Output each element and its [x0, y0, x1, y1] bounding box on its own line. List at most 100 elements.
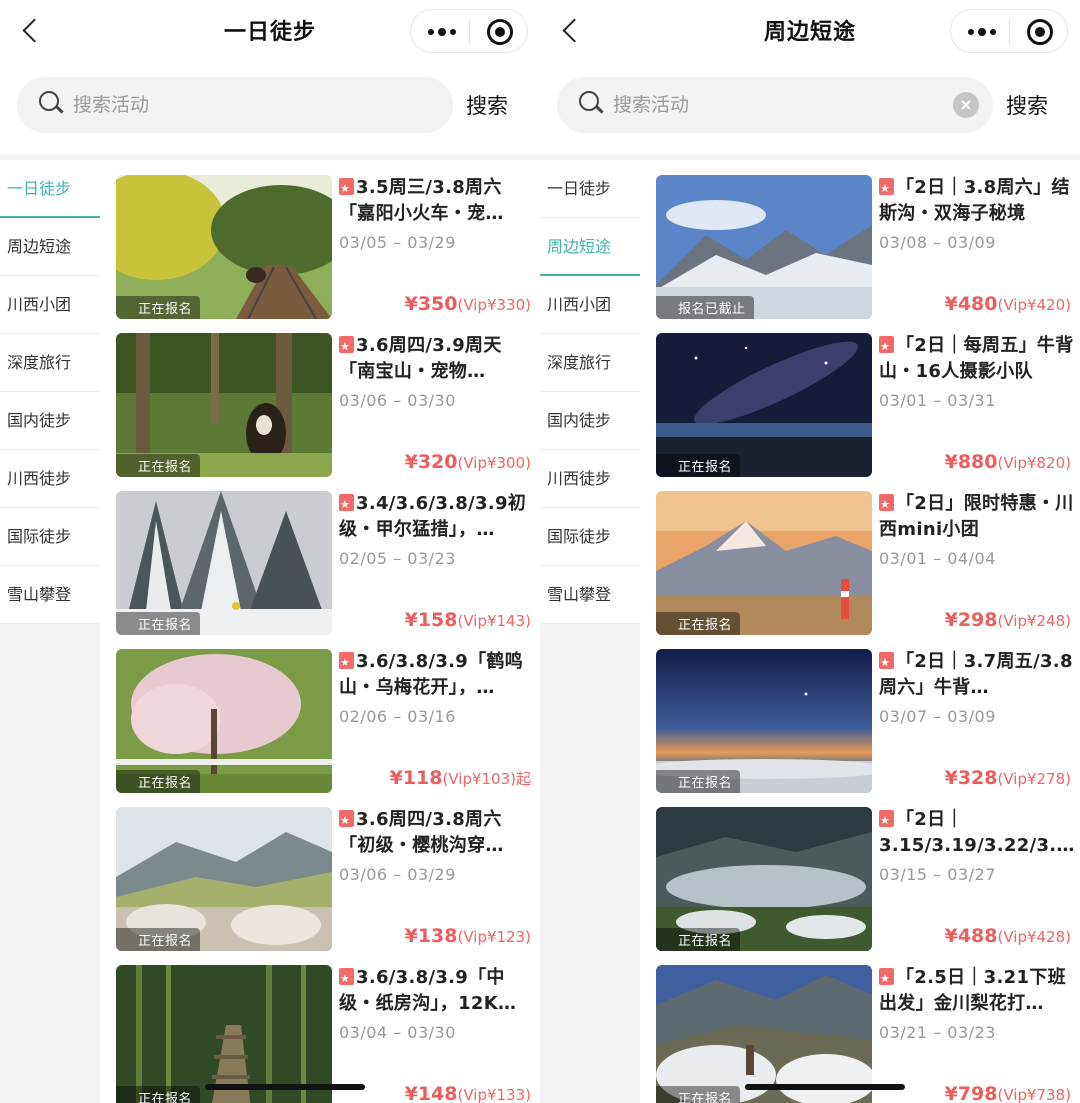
- status-badge: 正在报名: [116, 454, 201, 477]
- activity-title: 3.6周四/3.8周六「初级・樱桃沟穿…: [339, 807, 535, 859]
- activity-card[interactable]: 正在报名 「2日｜每周五」牛背山・16人摄影小队 03/01 – 03/31 ¥…: [656, 333, 1076, 477]
- sidebar-item-short-trip[interactable]: 周边短途: [540, 218, 640, 276]
- sidebar-item-international-hike[interactable]: 国际徒步: [540, 508, 640, 566]
- activity-price: ¥118(Vip¥103)起: [389, 767, 531, 789]
- activity-price: ¥320(Vip¥300): [404, 451, 531, 473]
- activity-card[interactable]: 正在报名 3.6周四/3.9周天「南宝山・宠物… 03/06 – 03/30 ¥…: [116, 333, 536, 477]
- bookmark-icon: [879, 176, 894, 202]
- sidebar-item-deep-travel[interactable]: 深度旅行: [540, 334, 640, 392]
- sidebar-item-snow-mountain[interactable]: 雪山攀登: [0, 566, 100, 624]
- search-input[interactable]: [613, 85, 933, 125]
- activity-price: ¥158(Vip¥143): [404, 609, 531, 631]
- sidebar-item-snow-mountain[interactable]: 雪山攀登: [540, 566, 640, 624]
- activity-card[interactable]: 正在报名 「2日」限时特惠・川西mini小团 03/01 – 04/04 ¥29…: [656, 491, 1076, 635]
- activity-dates: 03/21 – 03/23: [879, 1023, 996, 1042]
- activity-price: ¥350(Vip¥330): [404, 293, 531, 315]
- activity-card[interactable]: 正在报名 3.6/3.8/3.9「鹤鸣山・乌梅花开」，… 02/06 – 03/…: [116, 649, 536, 793]
- activity-price: ¥138(Vip¥123): [404, 925, 531, 947]
- activity-title: 「2日｜3.15/3.19/3.22/3.…: [879, 807, 1075, 859]
- bookmark-icon: [879, 650, 894, 676]
- clear-icon[interactable]: ×: [953, 92, 979, 118]
- nav-header: 周边短途: [540, 0, 1080, 62]
- activity-dates: 03/06 – 03/29: [339, 865, 456, 884]
- activity-info: 「2日｜3.8周六」结斯沟・双海子秘境 03/08 – 03/09 ¥480(V…: [879, 175, 1075, 319]
- bookmark-icon: [339, 334, 354, 360]
- search-button[interactable]: 搜索: [466, 90, 508, 120]
- activity-photo: 正在报名: [656, 807, 872, 951]
- status-badge: 正在报名: [116, 1086, 201, 1103]
- sidebar-item-deep-travel[interactable]: 深度旅行: [0, 334, 100, 392]
- mini-program-capsule: [950, 9, 1068, 53]
- more-icon[interactable]: [425, 22, 459, 42]
- target-icon[interactable]: [487, 19, 513, 45]
- activity-price: ¥328(Vip¥278): [944, 767, 1071, 789]
- activity-dates: 02/05 – 03/23: [339, 549, 456, 568]
- activity-card[interactable]: 正在报名 「2日｜3.7周五/3.8周六」牛背… 03/07 – 03/09 ¥…: [656, 649, 1076, 793]
- capsule-divider: [469, 20, 470, 44]
- sidebar-item-domestic-hike[interactable]: 国内徒步: [0, 392, 100, 450]
- status-badge: 正在报名: [116, 612, 201, 635]
- search-button[interactable]: 搜索: [1006, 90, 1048, 120]
- activity-card[interactable]: 正在报名 3.6/3.8/3.9「中级・纸房沟」，12K… 03/04 – 03…: [116, 965, 536, 1103]
- activity-info: 3.6周四/3.8周六「初级・樱桃沟穿… 03/06 – 03/29 ¥138(…: [339, 807, 535, 951]
- activity-card[interactable]: 正在报名 3.5周三/3.8周六「嘉阳小火车・宠… 03/05 – 03/29 …: [116, 175, 536, 319]
- category-sidebar: 一日徒步 周边短途 川西小团 深度旅行 国内徒步 川西徒步 国际徒步 雪山攀登: [0, 160, 100, 624]
- capsule-divider: [1009, 20, 1010, 44]
- sidebar-item-short-trip[interactable]: 周边短途: [0, 218, 100, 276]
- status-badge: 正在报名: [656, 770, 741, 793]
- home-indicator: [205, 1084, 365, 1090]
- sidebar-item-west-sichuan-hike[interactable]: 川西徒步: [0, 450, 100, 508]
- activity-photo: 正在报名: [116, 333, 332, 477]
- bookmark-icon: [879, 334, 894, 360]
- sidebar-item-international-hike[interactable]: 国际徒步: [0, 508, 100, 566]
- status-badge: 正在报名: [656, 928, 741, 951]
- activity-card[interactable]: 正在报名 3.6周四/3.8周六「初级・樱桃沟穿… 03/06 – 03/29 …: [116, 807, 536, 951]
- activity-price: ¥480(Vip¥420): [944, 293, 1071, 315]
- activity-info: 3.4/3.6/3.8/3.9初级・甲尔猛措」，… 02/05 – 03/23 …: [339, 491, 535, 635]
- sidebar-item-west-sichuan-group[interactable]: 川西小团: [540, 276, 640, 334]
- bookmark-icon: [339, 808, 354, 834]
- screen-short-trip: 周边短途 × 搜索 一日徒步 周边短途 川西小团 深度旅行 国内徒步 川西徒步 …: [540, 0, 1080, 1103]
- sidebar-item-day-hike[interactable]: 一日徒步: [0, 160, 100, 218]
- status-badge: 报名已截止: [656, 296, 754, 319]
- activity-card[interactable]: 正在报名 3.4/3.6/3.8/3.9初级・甲尔猛措」，… 02/05 – 0…: [116, 491, 536, 635]
- search-input[interactable]: [73, 85, 393, 125]
- activity-dates: 03/01 – 04/04: [879, 549, 996, 568]
- target-icon[interactable]: [1027, 19, 1053, 45]
- activity-photo: 正在报名: [656, 333, 872, 477]
- activity-photo: 正在报名: [656, 649, 872, 793]
- activity-photo: 正在报名: [116, 649, 332, 793]
- search-box[interactable]: [17, 77, 453, 133]
- activity-info: 「2日｜3.7周五/3.8周六」牛背… 03/07 – 03/09 ¥328(V…: [879, 649, 1075, 793]
- bookmark-icon: [879, 492, 894, 518]
- more-icon[interactable]: [965, 22, 999, 42]
- search-icon: [579, 91, 603, 115]
- activity-card[interactable]: 报名已截止 「2日｜3.8周六」结斯沟・双海子秘境 03/08 – 03/09 …: [656, 175, 1076, 319]
- activity-info: 「2日｜每周五」牛背山・16人摄影小队 03/01 – 03/31 ¥880(V…: [879, 333, 1075, 477]
- activity-dates: 02/06 – 03/16: [339, 707, 456, 726]
- activity-list: 正在报名 3.5周三/3.8周六「嘉阳小火车・宠… 03/05 – 03/29 …: [100, 160, 540, 1103]
- sidebar-item-west-sichuan-group[interactable]: 川西小团: [0, 276, 100, 334]
- bookmark-icon: [879, 808, 894, 834]
- activity-photo: 正在报名: [116, 491, 332, 635]
- nav-header: 一日徒步: [0, 0, 540, 62]
- status-badge: 正在报名: [116, 928, 201, 951]
- home-indicator: [745, 1084, 905, 1090]
- sidebar-item-day-hike[interactable]: 一日徒步: [540, 160, 640, 218]
- category-sidebar: 一日徒步 周边短途 川西小团 深度旅行 国内徒步 川西徒步 国际徒步 雪山攀登: [540, 160, 640, 624]
- activity-title: 「2.5日｜3.21下班出发」金川梨花打…: [879, 965, 1075, 1017]
- status-badge: 正在报名: [656, 612, 741, 635]
- bookmark-icon: [339, 176, 354, 202]
- search-icon: [39, 91, 63, 115]
- activity-title: 3.6/3.8/3.9「鹤鸣山・乌梅花开」，…: [339, 649, 535, 701]
- activity-card[interactable]: 正在报名 「2日｜3.15/3.19/3.22/3.… 03/15 – 03/2…: [656, 807, 1076, 951]
- search-box[interactable]: ×: [557, 77, 993, 133]
- activity-info: 「2.5日｜3.21下班出发」金川梨花打… 03/21 – 03/23 ¥798…: [879, 965, 1075, 1103]
- sidebar-item-domestic-hike[interactable]: 国内徒步: [540, 392, 640, 450]
- status-badge: 正在报名: [116, 770, 201, 793]
- activity-info: 3.6/3.8/3.9「鹤鸣山・乌梅花开」，… 02/06 – 03/16 ¥1…: [339, 649, 535, 793]
- activity-title: 「2日｜3.7周五/3.8周六」牛背…: [879, 649, 1075, 701]
- sidebar-item-west-sichuan-hike[interactable]: 川西徒步: [540, 450, 640, 508]
- search-bar: 搜索: [0, 62, 540, 154]
- activity-card[interactable]: 正在报名 「2.5日｜3.21下班出发」金川梨花打… 03/21 – 03/23…: [656, 965, 1076, 1103]
